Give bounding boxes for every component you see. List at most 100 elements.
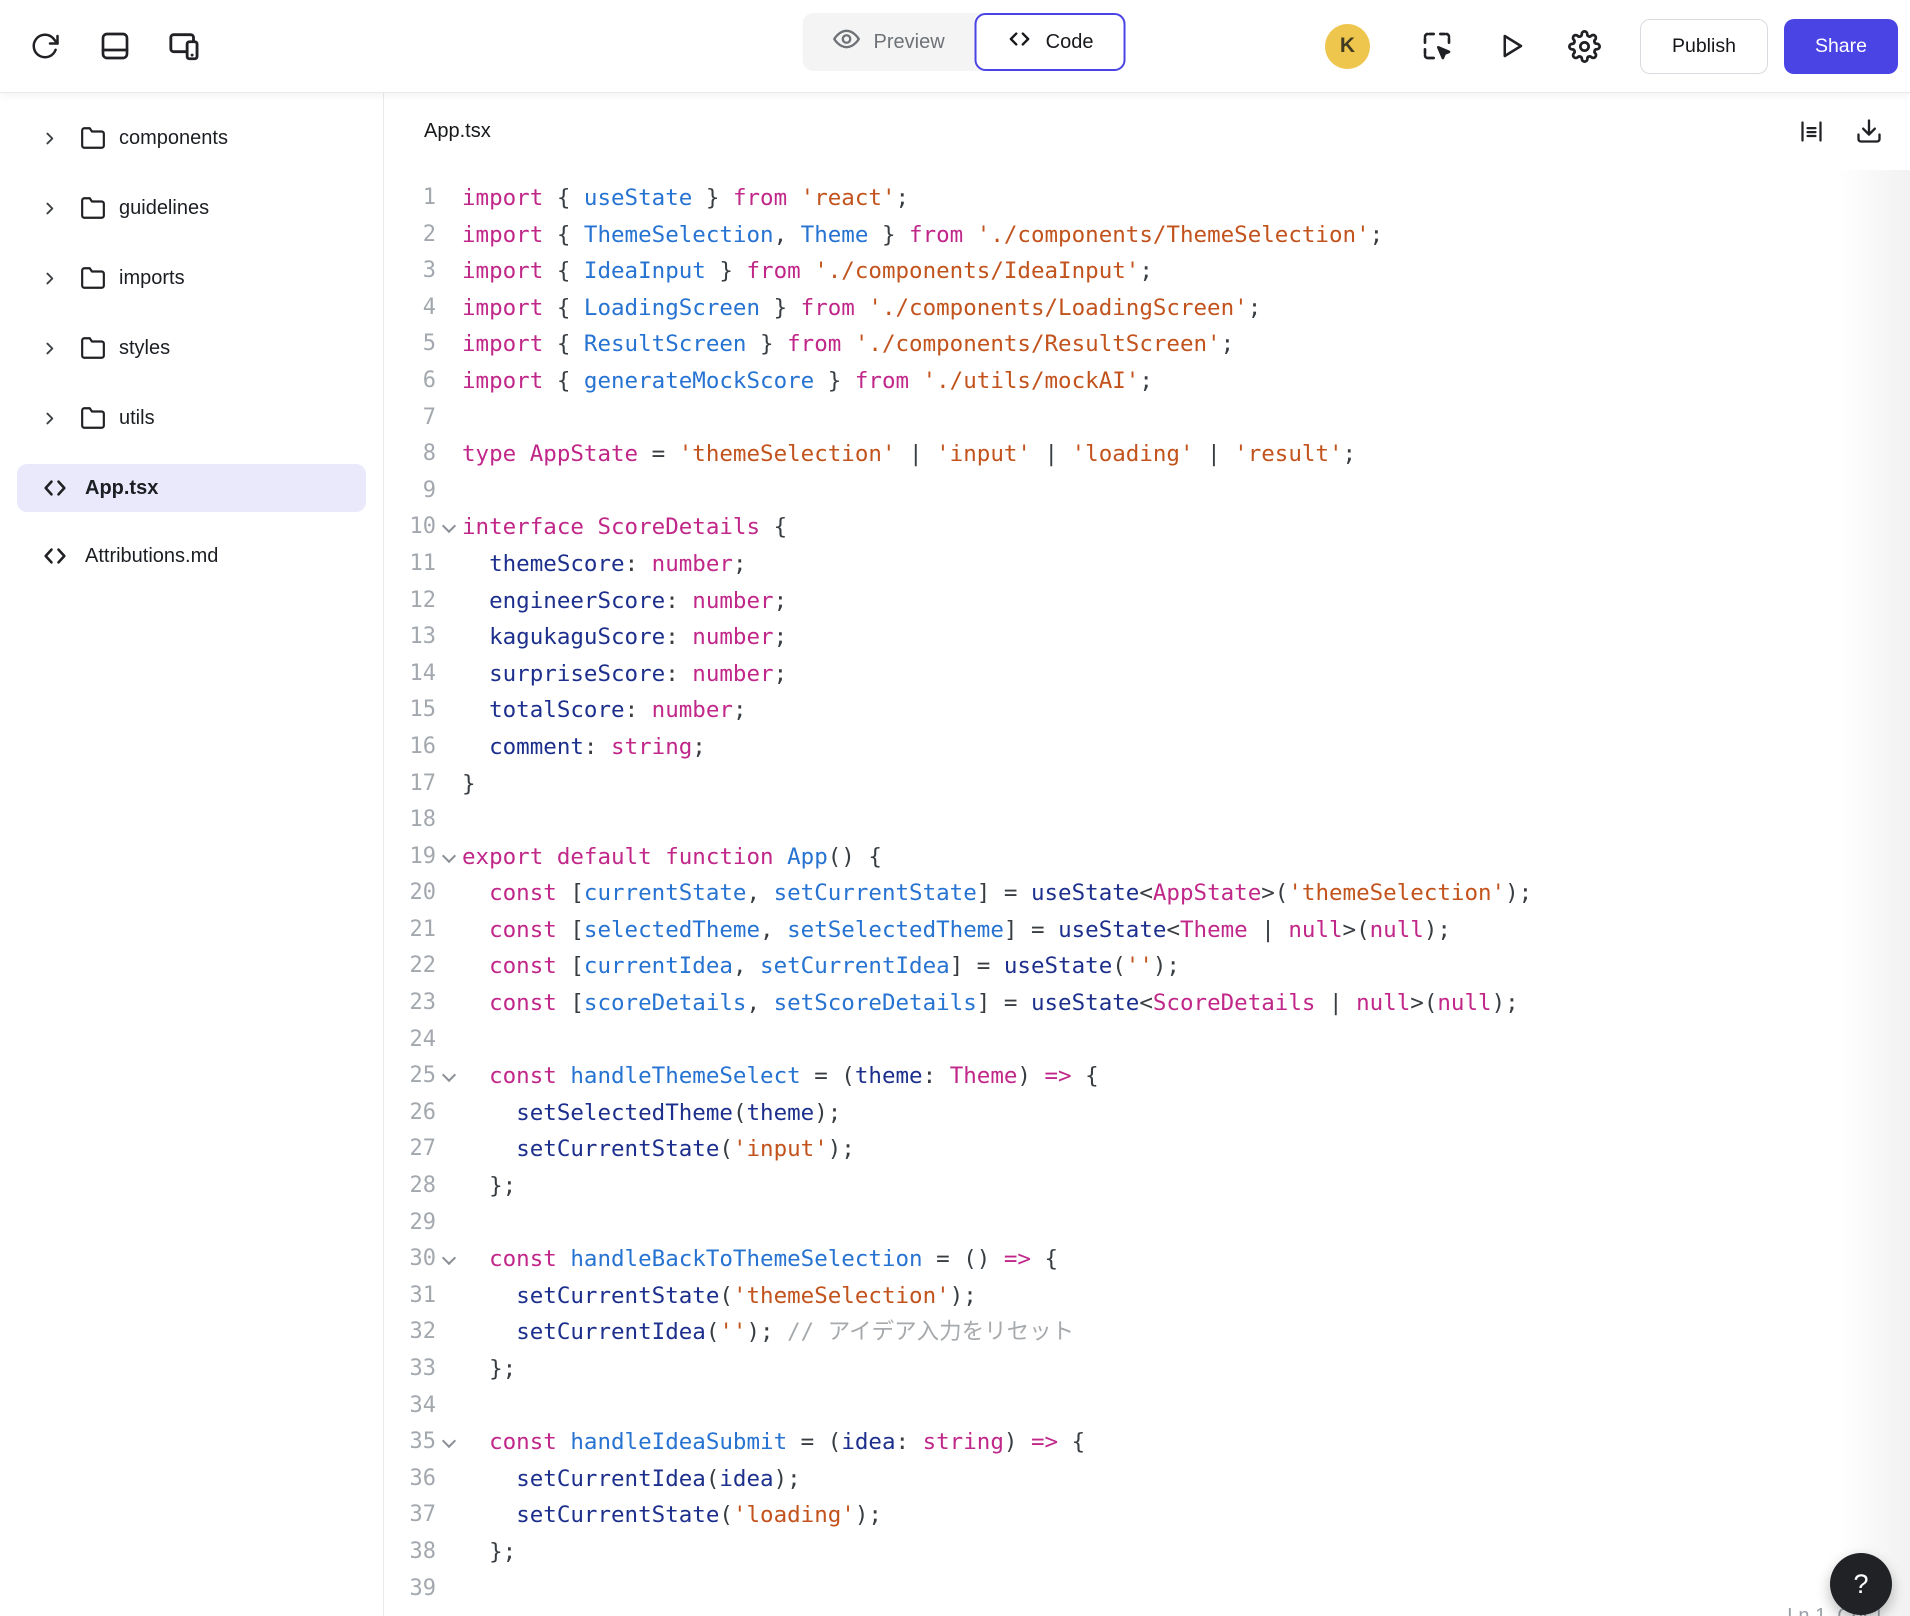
sidebar-folder-imports[interactable]: imports xyxy=(17,254,366,302)
code-line[interactable]: 10 interface ScoreDetails { xyxy=(384,509,1910,546)
chevron-right-icon xyxy=(41,340,58,357)
code-line[interactable]: 8 type AppState = 'themeSelection' | 'inp… xyxy=(384,436,1910,473)
code-icon xyxy=(1007,26,1033,58)
code-line[interactable]: 19 export default function App() { xyxy=(384,839,1910,876)
code-text: import { IdeaInput } from './components/… xyxy=(462,258,1153,285)
code-line[interactable]: 36 setCurrentIdea(idea); xyxy=(384,1461,1910,1498)
top-toolbar: Preview Code K Publish Share xyxy=(0,0,1910,92)
code-line[interactable]: 4 import { LoadingScreen } from './compon… xyxy=(384,290,1910,327)
fold-toggle[interactable] xyxy=(436,839,462,876)
code-line[interactable]: 21 const [selectedTheme, setSelectedThem… xyxy=(384,912,1910,949)
code-line[interactable]: 29 xyxy=(384,1205,1910,1242)
code-line[interactable]: 13 kagukaguScore: number; xyxy=(384,619,1910,656)
chevron-right-icon xyxy=(41,410,58,427)
toolbar-right-group: K Publish Share xyxy=(1324,18,1910,74)
code-tab[interactable]: Code xyxy=(974,13,1126,71)
code-text: import { ResultScreen } from './componen… xyxy=(462,331,1235,358)
folder-label: guidelines xyxy=(119,196,210,219)
code-line[interactable]: 11 themeScore: number; xyxy=(384,546,1910,583)
fold-toggle[interactable] xyxy=(436,1424,462,1461)
code-line[interactable]: 20 const [currentState, setCurrentState]… xyxy=(384,875,1910,912)
run-button[interactable] xyxy=(1492,27,1530,65)
sidebar-folder-styles[interactable]: styles xyxy=(17,324,366,372)
line-number: 3 xyxy=(422,258,436,284)
code-line[interactable]: 35 const handleIdeaSubmit = (idea: strin… xyxy=(384,1424,1910,1461)
code-line[interactable]: 9 xyxy=(384,473,1910,510)
code-text: const handleIdeaSubmit = (idea: string) … xyxy=(489,1429,1086,1456)
sidebar-file-Attributions.md[interactable]: Attributions.md xyxy=(17,532,366,580)
device-preview-button[interactable] xyxy=(166,27,204,65)
folder-label: components xyxy=(119,126,228,149)
code-line[interactable]: 38 }; xyxy=(384,1534,1910,1571)
code-line[interactable]: 14 surpriseScore: number; xyxy=(384,656,1910,693)
code-line[interactable]: 33 }; xyxy=(384,1351,1910,1388)
sidebar-file-App.tsx[interactable]: App.tsx xyxy=(17,464,366,512)
line-number: 15 xyxy=(409,697,437,723)
code-line[interactable]: 16 comment: string; xyxy=(384,729,1910,766)
avatar[interactable]: K xyxy=(1324,23,1370,69)
toolbar-left-group xyxy=(0,27,204,65)
fold-toggle[interactable] xyxy=(436,1058,462,1095)
code-line[interactable]: 12 engineerScore: number; xyxy=(384,583,1910,620)
settings-button[interactable] xyxy=(1566,27,1604,65)
code-line[interactable]: 2 import { ThemeSelection, Theme } from '… xyxy=(384,217,1910,254)
panel-bottom-button[interactable] xyxy=(96,27,134,65)
line-number: 35 xyxy=(409,1429,437,1455)
code-line[interactable]: 31 setCurrentState('themeSelection'); xyxy=(384,1278,1910,1315)
sidebar-folder-components[interactable]: components xyxy=(17,114,366,162)
fold-toggle[interactable] xyxy=(436,1241,462,1278)
code-line[interactable]: 32 setCurrentIdea(''); // アイデア入力をリセット xyxy=(384,1314,1910,1351)
code-text: comment: string; xyxy=(489,733,706,760)
code-line[interactable]: 22 const [currentIdea, setCurrentIdea] =… xyxy=(384,948,1910,985)
help-button[interactable]: ? xyxy=(1830,1553,1892,1615)
code-line[interactable]: 26 setSelectedTheme(theme); xyxy=(384,1095,1910,1132)
code-text: setCurrentState('input'); xyxy=(516,1136,855,1163)
code-text: }; xyxy=(462,1538,517,1565)
line-number: 2 xyxy=(422,221,436,247)
refresh-button[interactable] xyxy=(26,27,64,65)
code-text: engineerScore: number; xyxy=(489,587,788,614)
code-line[interactable]: 17} xyxy=(384,766,1910,803)
line-number: 18 xyxy=(409,807,437,833)
folder-label: styles xyxy=(119,336,171,359)
sidebar-folder-guidelines[interactable]: guidelines xyxy=(17,184,366,232)
code-line[interactable]: 37 setCurrentState('loading'); xyxy=(384,1497,1910,1534)
line-number: 5 xyxy=(422,331,436,357)
share-button[interactable]: Share xyxy=(1783,18,1898,74)
code-line[interactable]: 24 xyxy=(384,1022,1910,1059)
code-line[interactable]: 3 import { IdeaInput } from './components… xyxy=(384,253,1910,290)
code-text: themeScore: number; xyxy=(489,550,747,577)
code-line[interactable]: 27 setCurrentState('input'); xyxy=(384,1131,1910,1168)
inspect-tool-button[interactable] xyxy=(1418,27,1456,65)
code-line[interactable]: 6 import { generateMockScore } from './ut… xyxy=(384,363,1910,400)
code-line[interactable]: 15 totalScore: number; xyxy=(384,692,1910,729)
code-line[interactable]: 5 import { ResultScreen } from './compone… xyxy=(384,326,1910,363)
preview-tab[interactable]: Preview xyxy=(803,13,975,71)
code-line[interactable]: 25 const handleThemeSelect = (theme: The… xyxy=(384,1058,1910,1095)
code-line[interactable]: 39 xyxy=(384,1571,1910,1608)
sidebar-folder-utils[interactable]: utils xyxy=(17,394,366,442)
code-line[interactable]: 30 const handleBackToThemeSelection = ()… xyxy=(384,1241,1910,1278)
line-number: 16 xyxy=(409,733,437,759)
publish-button[interactable]: Publish xyxy=(1639,18,1768,74)
download-button[interactable] xyxy=(1854,116,1884,146)
line-number: 9 xyxy=(422,477,436,503)
code-line[interactable]: 34 xyxy=(384,1388,1910,1425)
code-line[interactable]: 1 import { useState } from 'react'; xyxy=(384,180,1910,217)
code-area[interactable]: 1 import { useState } from 'react'; 2 impor… xyxy=(384,170,1910,1607)
format-code-button[interactable] xyxy=(1796,116,1826,146)
code-line[interactable]: 7 xyxy=(384,400,1910,437)
code-text: }; xyxy=(462,1356,517,1382)
code-line[interactable]: 23 const [scoreDetails, setScoreDetails]… xyxy=(384,985,1910,1022)
chevron-right-icon xyxy=(41,130,58,147)
code-text: setSelectedTheme(theme); xyxy=(516,1099,842,1126)
code-line[interactable]: 18 xyxy=(384,802,1910,839)
fold-toggle[interactable] xyxy=(436,509,462,546)
code-line[interactable]: 28 }; xyxy=(384,1168,1910,1205)
